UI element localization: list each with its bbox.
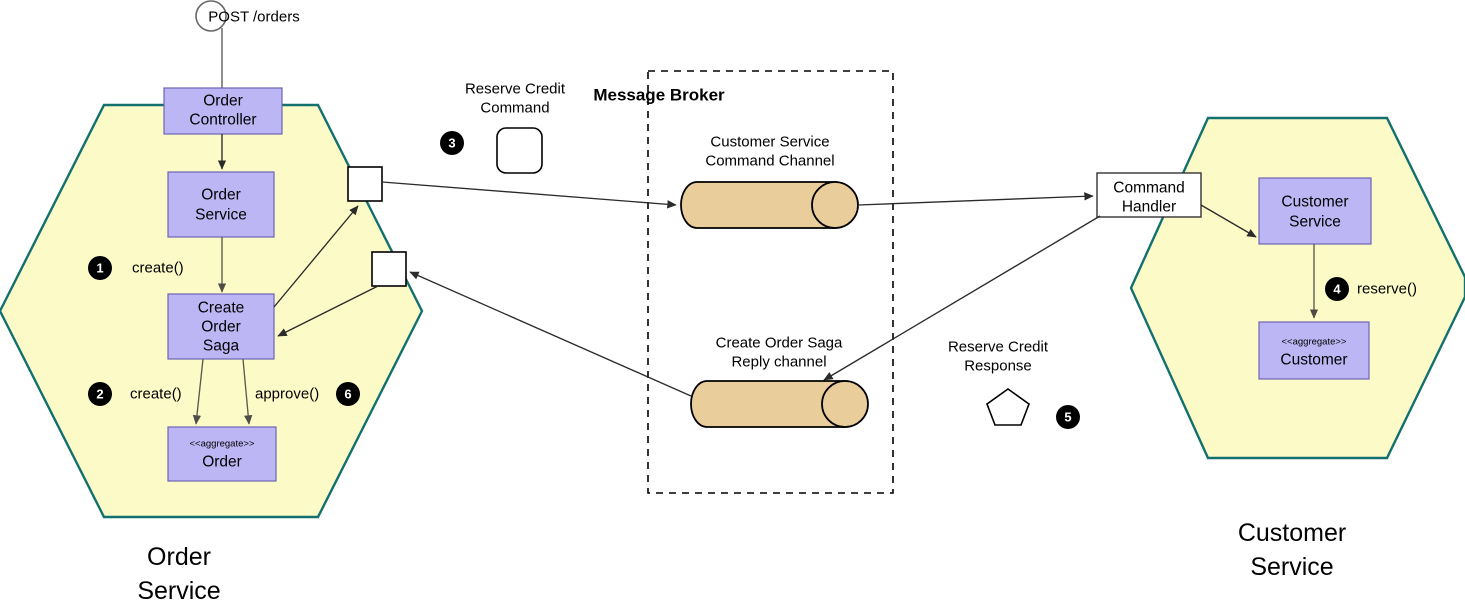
node-order-service-line2: Service — [195, 207, 247, 224]
port-outbound-command[interactable] — [347, 166, 383, 202]
node-order-controller-line2: Controller — [189, 112, 256, 129]
node-customer-aggregate-stereotype: <<aggregate>> — [1282, 337, 1347, 348]
edge-reply-channel-to-port — [409, 271, 692, 397]
reply-channel-line2: Reply channel — [731, 354, 826, 371]
command-channel-line1: Customer Service — [710, 134, 829, 151]
node-create-order-saga-line3: Saga — [203, 338, 240, 355]
node-order-controller-line1: Order — [203, 93, 243, 110]
message-broker-title: Message Broker — [593, 86, 725, 105]
node-command-handler-line2: Handler — [1122, 199, 1176, 216]
customer-service-caption-line2: Service — [1250, 553, 1333, 581]
customer-service-caption-line1: Customer — [1238, 519, 1346, 547]
entrypoint-label: POST /orders — [208, 9, 299, 26]
node-order-service[interactable] — [167, 171, 275, 238]
reserve-credit-command-line1: Reserve Credit — [465, 81, 566, 98]
node-create-order-saga-line1: Create — [198, 300, 245, 317]
badge-5-number: 5 — [1064, 410, 1071, 425]
badge-2-number: 2 — [96, 387, 103, 402]
node-order-aggregate-name: Order — [202, 454, 242, 471]
reply-channel-cylinder[interactable] — [690, 380, 869, 428]
node-customer-aggregate-name: Customer — [1280, 352, 1347, 369]
command-channel-line2: Command Channel — [705, 153, 834, 170]
badge-1-number: 1 — [96, 261, 103, 276]
node-order-service-line1: Order — [201, 187, 241, 204]
command-channel-cylinder[interactable] — [680, 181, 859, 229]
badge-4-number: 4 — [1333, 282, 1341, 297]
annotation-4-label: reserve() — [1357, 281, 1417, 298]
node-customer-aggregate[interactable] — [1258, 321, 1370, 380]
badge-6-number: 6 — [344, 387, 351, 402]
node-command-handler-line1: Command — [1113, 180, 1185, 197]
annotation-2-label: create() — [130, 386, 182, 403]
reserve-credit-response-icon — [986, 388, 1030, 426]
reply-channel-line1: Create Order Saga — [716, 335, 843, 352]
edge-port-to-command-channel — [381, 181, 677, 209]
saga-diagram-canvas: Message Broker POST /orders Order Contro… — [0, 0, 1465, 608]
node-customer-service-line1: Customer — [1281, 194, 1348, 211]
node-customer-service[interactable] — [1258, 177, 1372, 245]
annotation-6-label: approve() — [255, 386, 319, 403]
node-create-order-saga-line2: Order — [201, 319, 241, 336]
reserve-credit-response-line1: Reserve Credit — [948, 339, 1049, 356]
order-service-caption-line1: Order — [147, 543, 211, 571]
reserve-credit-command-icon — [496, 127, 543, 174]
reserve-credit-command-line2: Command — [480, 100, 549, 117]
node-order-aggregate-stereotype: <<aggregate>> — [190, 439, 255, 450]
annotation-1-label: create() — [132, 260, 184, 277]
order-service-caption-line2: Service — [137, 577, 220, 605]
edge-command-channel-to-handler — [857, 192, 1094, 206]
port-inbound-reply[interactable] — [371, 251, 407, 287]
reserve-credit-response-line2: Response — [964, 358, 1032, 375]
node-customer-service-line2: Service — [1289, 214, 1341, 231]
badge-3-number: 3 — [448, 136, 455, 151]
